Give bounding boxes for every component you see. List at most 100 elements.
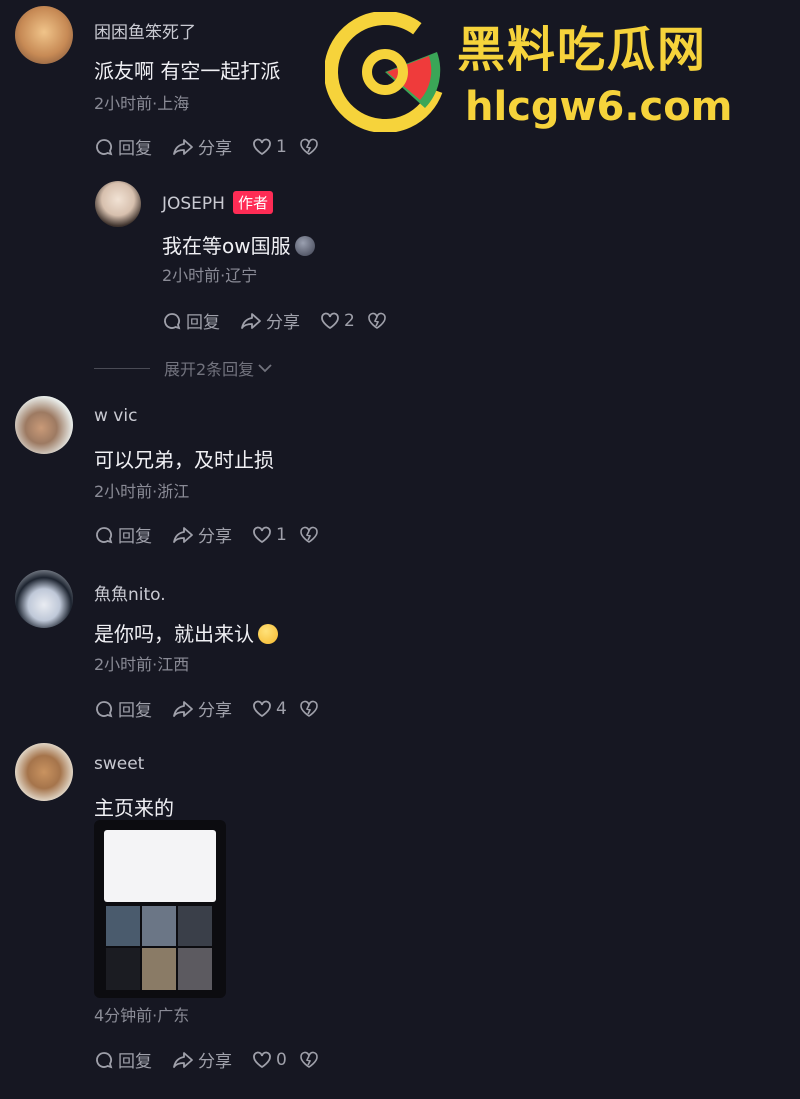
screenshot-grid-cell <box>106 906 140 946</box>
watermark-title: 黑料吃瓜网 <box>457 22 708 78</box>
comment-meta: 2小时前·江西 <box>94 655 190 674</box>
like-button[interactable]: 2 <box>320 311 355 331</box>
like-button[interactable]: 1 <box>252 525 287 545</box>
reply-label: 回复 <box>118 701 152 721</box>
like-count: 1 <box>276 524 287 545</box>
dislike-button[interactable] <box>299 526 323 544</box>
share-icon <box>173 138 193 155</box>
like-heart-icon <box>253 1051 271 1068</box>
avatar[interactable] <box>95 181 141 227</box>
avatar[interactable] <box>15 570 73 628</box>
screenshot-grid-cell <box>178 906 212 946</box>
comment-text: 主页来的 <box>94 796 174 820</box>
screenshot-grid-cell <box>142 906 176 946</box>
comment-meta: 4分钟前·广东 <box>94 1006 190 1025</box>
reply-label: 回复 <box>118 1052 152 1072</box>
comment-text-body: 是你吗，就出来认 <box>94 622 254 646</box>
reply-username[interactable]: JOSEPH <box>162 194 225 214</box>
watermark-logo: 黑料吃瓜网 hlcgw6.com <box>324 11 785 133</box>
avatar[interactable] <box>15 6 73 64</box>
share-label: 分享 <box>266 313 300 333</box>
reply-label: 回复 <box>186 313 220 333</box>
attached-screenshot-image[interactable] <box>94 820 226 998</box>
comment-username[interactable]: w vic <box>94 406 137 426</box>
reply-icon <box>164 312 181 329</box>
share-button[interactable]: 分享 <box>240 308 300 333</box>
share-icon <box>173 1051 193 1068</box>
like-button[interactable]: 0 <box>252 1050 287 1070</box>
watermark-melon-icon <box>324 11 446 133</box>
reply-icon <box>96 1051 113 1068</box>
share-label: 分享 <box>198 1052 232 1072</box>
avatar[interactable] <box>15 743 73 801</box>
share-icon <box>173 700 193 717</box>
reply-button[interactable]: 回复 <box>94 522 152 547</box>
comment-text: 我在等ow国服 <box>162 230 315 259</box>
reply-button[interactable]: 回复 <box>94 696 152 721</box>
like-button[interactable]: 4 <box>252 699 287 719</box>
like-button[interactable]: 1 <box>252 137 287 157</box>
comment-text: 派友啊 有空一起打派 <box>94 59 281 83</box>
comment-text: 是你吗，就出来认 <box>94 618 278 647</box>
avatar[interactable] <box>15 396 73 454</box>
comment-username[interactable]: sweet <box>94 754 144 774</box>
like-count: 1 <box>276 136 287 157</box>
dislike-icon <box>300 1051 318 1068</box>
reply-label: 回复 <box>118 139 152 159</box>
watermark-url: hlcgw6.com <box>465 84 733 130</box>
like-count: 2 <box>344 310 355 331</box>
share-icon <box>241 312 261 329</box>
comment-actions: 回复 分享 1 <box>94 134 343 159</box>
screenshot-grid-cell <box>178 948 212 990</box>
comment-actions: 回复 分享 1 <box>94 522 343 547</box>
share-button[interactable]: 分享 <box>172 134 232 159</box>
dislike-icon <box>368 312 386 329</box>
like-count: 0 <box>276 1049 287 1070</box>
comment-meta: 2小时前·辽宁 <box>162 266 258 285</box>
share-icon <box>173 526 193 543</box>
like-heart-icon <box>253 138 271 155</box>
dislike-icon <box>300 138 318 155</box>
reply-button[interactable]: 回复 <box>94 134 152 159</box>
like-count: 4 <box>276 698 287 719</box>
dislike-button[interactable] <box>299 138 323 156</box>
share-button[interactable]: 分享 <box>172 696 232 721</box>
comment-actions: 回复 分享 4 <box>94 696 343 721</box>
sticker-icon <box>294 236 315 256</box>
like-heart-icon <box>253 526 271 543</box>
comment-meta: 2小时前·上海 <box>94 94 190 113</box>
reply-button[interactable]: 回复 <box>162 308 220 333</box>
like-heart-icon <box>253 700 271 717</box>
dislike-button[interactable] <box>299 1051 323 1069</box>
screenshot-grid-cell <box>142 948 176 990</box>
reply-text: 我在等ow国服 <box>162 234 291 258</box>
laughing-emoji-icon <box>258 624 278 644</box>
comment-username[interactable]: JOSEPH 作者 <box>162 191 273 214</box>
dislike-button[interactable] <box>367 312 391 330</box>
divider <box>94 367 150 369</box>
share-label: 分享 <box>198 139 232 159</box>
dislike-icon <box>300 526 318 543</box>
reply-icon <box>96 526 113 543</box>
expand-replies-label: 展开2条回复 <box>164 360 255 379</box>
like-heart-icon <box>321 312 339 329</box>
reply-button[interactable]: 回复 <box>94 1047 152 1072</box>
reply-icon <box>96 700 113 717</box>
comment-username[interactable]: 困困鱼笨死了 <box>94 18 196 43</box>
share-button[interactable]: 分享 <box>172 522 232 547</box>
comment-username[interactable]: 魚魚nito. <box>94 580 166 605</box>
share-label: 分享 <box>198 701 232 721</box>
expand-replies-button[interactable]: 展开2条回复 <box>94 356 273 380</box>
comment-meta: 2小时前·浙江 <box>94 482 190 501</box>
screenshot-profile-header <box>104 830 216 902</box>
dislike-button[interactable] <box>299 700 323 718</box>
comment-actions: 回复 分享 2 <box>162 308 411 333</box>
comment-text: 可以兄弟，及时止损 <box>94 448 274 472</box>
share-label: 分享 <box>198 527 232 547</box>
reply-label: 回复 <box>118 527 152 547</box>
reply-icon <box>96 138 113 155</box>
author-badge: 作者 <box>232 191 273 214</box>
share-button[interactable]: 分享 <box>172 1047 232 1072</box>
dislike-icon <box>300 700 318 717</box>
comment-actions: 回复 分享 0 <box>94 1047 343 1072</box>
